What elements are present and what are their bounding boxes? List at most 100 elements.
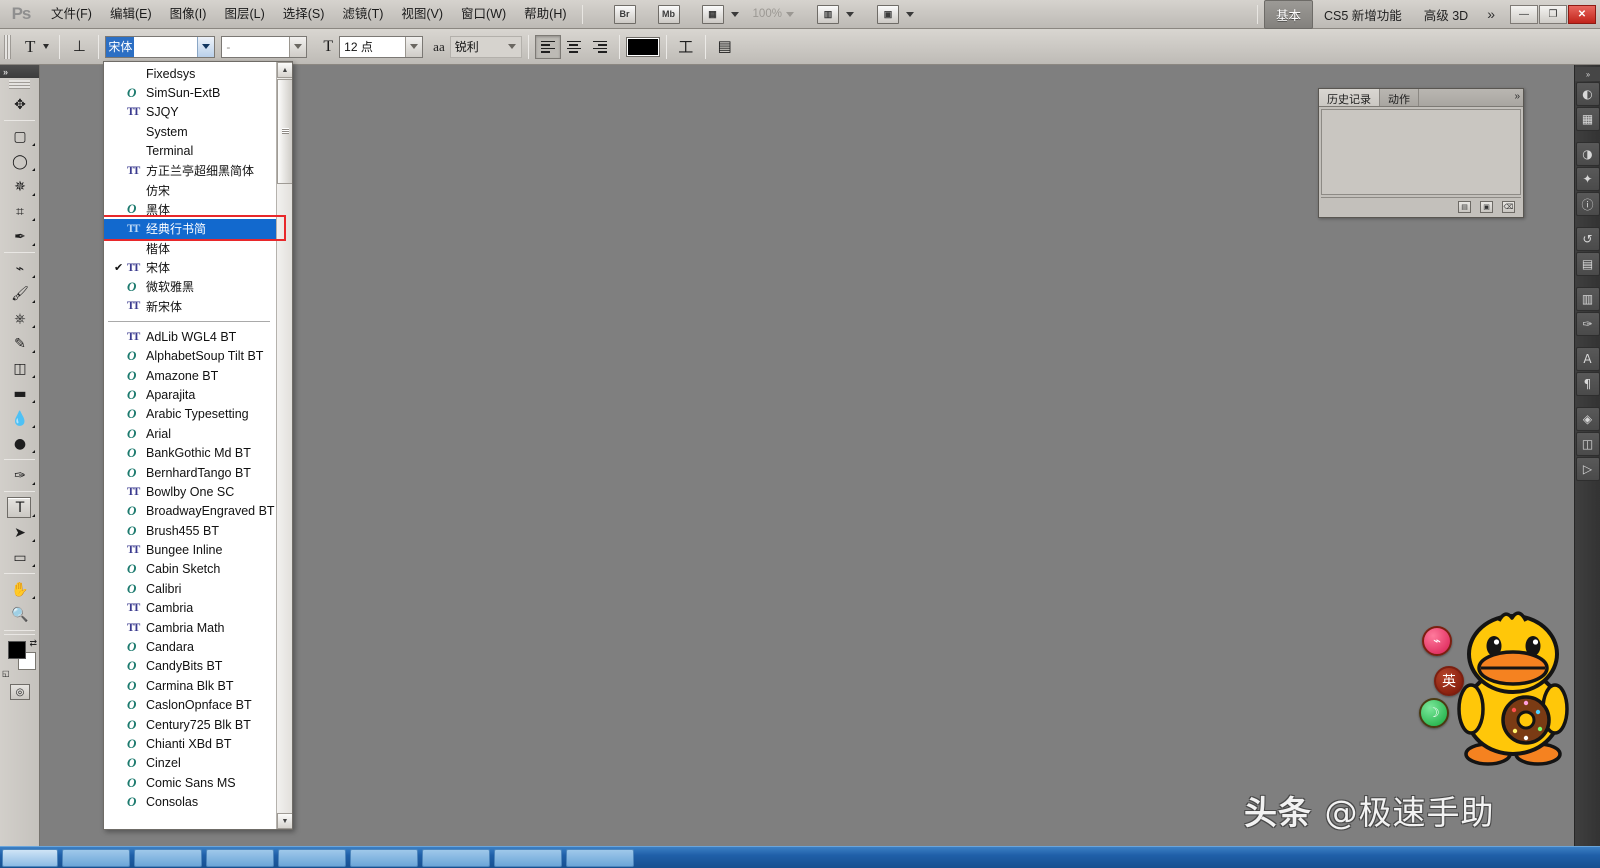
paragraph-panel-icon[interactable]: ¶ (1575, 372, 1600, 396)
scroll-up-button[interactable]: ▲ (277, 62, 292, 78)
masks-panel-icon[interactable]: ◫ (1575, 432, 1600, 456)
font-option-carmina-blk-bt[interactable]: O Carmina Blk BT (104, 676, 278, 695)
launch-bridge-icon[interactable]: Br (613, 4, 636, 24)
font-option-cambria-math[interactable]: TT Cambria Math (104, 618, 278, 637)
menu-file[interactable]: 文件(F) (42, 2, 101, 27)
history-brush-tool[interactable]: ✎ (0, 331, 40, 356)
dock-expand-icon[interactable]: ›› (1574, 67, 1600, 81)
tools-panel-collapse[interactable]: » (0, 65, 39, 78)
font-option-fixedsys[interactable]: Fixedsys (104, 64, 278, 83)
font-option-caslonopnface-bt[interactable]: O CaslonOpnface BT (104, 696, 278, 715)
tool-submenu-indicator-icon[interactable] (32, 561, 35, 567)
font-style-dropdown-arrow-icon[interactable] (289, 36, 307, 57)
font-option-新宋体[interactable]: TT 新宋体 (104, 297, 278, 316)
tool-submenu-indicator-icon[interactable] (32, 165, 35, 171)
brush-tool[interactable]: 🖌 (0, 281, 40, 306)
taskbar-item[interactable] (62, 848, 130, 867)
color-panel-icon[interactable]: ◐ (1575, 82, 1600, 106)
antialias-dropdown-arrow-icon[interactable] (504, 37, 521, 57)
taskbar-start-button[interactable] (2, 848, 58, 867)
font-option-bernhardtango-bt[interactable]: O BernhardTango BT (104, 463, 278, 482)
tool-submenu-indicator-icon[interactable] (32, 347, 35, 353)
font-option-bungee-inline[interactable]: TT Bungee Inline (104, 540, 278, 559)
swap-colors-icon[interactable]: ⇄ (29, 638, 37, 649)
eraser-tool[interactable]: ◫ (0, 356, 40, 381)
menu-window[interactable]: 窗口(W) (452, 2, 515, 27)
history-list[interactable] (1321, 109, 1521, 195)
font-option-terminal[interactable]: Terminal (104, 142, 278, 161)
taskbar-item[interactable] (494, 848, 562, 867)
menu-select[interactable]: 选择(S) (274, 2, 334, 27)
hand-tool[interactable]: ✋ (0, 577, 40, 602)
font-option-bowlby-one-sc[interactable]: TT Bowlby One SC (104, 482, 278, 501)
launch-mini-bridge-icon[interactable]: Mb (657, 4, 680, 24)
font-option-楷体[interactable]: 楷体 (104, 239, 278, 258)
font-option-candara[interactable]: O Candara (104, 637, 278, 656)
font-family-combo[interactable]: 宋体 (105, 35, 216, 58)
align-right-button[interactable] (587, 35, 613, 59)
font-option-chianti-xbd-bt[interactable]: O Chianti XBd BT (104, 734, 278, 753)
foreground-color-swatch[interactable] (8, 641, 26, 659)
horizontal-type-tool[interactable]: T (0, 495, 40, 520)
rectangle-tool[interactable]: ▭ (0, 545, 40, 570)
channels-panel-icon[interactable]: ▥ (1575, 287, 1600, 311)
options-bar-grip[interactable] (4, 34, 11, 59)
font-option-consolas[interactable]: O Consolas (104, 792, 278, 811)
tool-submenu-indicator-icon[interactable] (32, 190, 35, 196)
font-option-aparajita[interactable]: O Aparajita (104, 385, 278, 404)
antialias-value[interactable]: 锐利 (451, 37, 504, 57)
screen-mode-caret-icon[interactable] (905, 11, 914, 17)
taskbar-item[interactable] (422, 848, 490, 867)
font-option-comic-sans-ms[interactable]: O Comic Sans MS (104, 773, 278, 792)
font-option-calibri[interactable]: O Calibri (104, 579, 278, 598)
menu-help[interactable]: 帮助(H) (515, 2, 575, 27)
font-option-broadwayengraved-bt[interactable]: O BroadwayEngraved BT (104, 502, 278, 521)
restore-button[interactable]: ❐ (1539, 4, 1567, 24)
tool-submenu-indicator-icon[interactable] (32, 593, 35, 599)
font-option-list[interactable]: Fixedsys O SimSun-ExtB TT SJQY System Terminal… (104, 62, 286, 829)
workspace-advanced-3d-button[interactable]: 高级 3D (1413, 1, 1479, 28)
menu-layer[interactable]: 图层(L) (215, 2, 273, 27)
font-option-黑体[interactable]: O 黑体 (104, 200, 278, 219)
font-option-cinzel[interactable]: O Cinzel (104, 754, 278, 773)
font-option-宋体[interactable]: ✔ TT 宋体 (104, 258, 278, 277)
crop-tool[interactable]: ⌗ (0, 199, 40, 224)
quick-mask-toggle[interactable]: ◎ (0, 680, 40, 704)
tool-submenu-indicator-icon[interactable] (32, 272, 35, 278)
tool-submenu-indicator-icon[interactable] (32, 536, 35, 542)
workspace-more-chevron-icon[interactable]: » (1479, 6, 1503, 22)
screen-mode-icon[interactable]: ▣ (876, 4, 899, 24)
new-document-icon[interactable]: ▣ (1480, 200, 1493, 213)
antialias-combo[interactable]: 锐利 (449, 35, 522, 58)
tool-submenu-indicator-icon[interactable] (32, 511, 35, 517)
font-option-simsun-extb[interactable]: O SimSun-ExtB (104, 83, 278, 102)
default-colors-icon[interactable]: ◱ (2, 669, 10, 678)
toggle-character-panel-button[interactable]: ▤ (712, 35, 738, 59)
history-panel-icon[interactable]: ↺ (1575, 227, 1600, 251)
styles-panel-icon[interactable]: ✦ (1575, 167, 1600, 191)
font-size-value[interactable]: 12 点 (340, 37, 405, 57)
font-dropdown-scrollbar[interactable]: ▲ ▼ (276, 62, 292, 829)
tool-submenu-indicator-icon[interactable] (32, 447, 35, 453)
font-option-brush455-bt[interactable]: O Brush455 BT (104, 521, 278, 540)
view-extras-caret-icon[interactable] (730, 11, 739, 17)
eyedropper-tool[interactable]: ✒ (0, 224, 40, 249)
menu-filter[interactable]: 滤镜(T) (333, 2, 392, 27)
zoom-caret-icon[interactable] (785, 11, 794, 17)
3d-panel-icon[interactable]: ◈ (1575, 407, 1600, 431)
tool-submenu-indicator-icon[interactable] (32, 322, 35, 328)
font-style-combo[interactable]: - (221, 35, 308, 58)
font-option-adlib-wgl4-bt[interactable]: TT AdLib WGL4 BT (104, 327, 278, 346)
swatches-panel-icon[interactable]: ▦ (1575, 107, 1600, 131)
tool-submenu-indicator-icon[interactable] (32, 372, 35, 378)
font-option-candybits-bt[interactable]: O CandyBits BT (104, 657, 278, 676)
font-option-sjqy[interactable]: TT SJQY (104, 103, 278, 122)
workspace-essentials-button[interactable]: 基本 (1263, 0, 1313, 29)
quick-selection-tool[interactable]: ✵ (0, 174, 40, 199)
font-option-微软雅黑[interactable]: O 微软雅黑 (104, 277, 278, 296)
paths-panel-icon[interactable]: ✑ (1575, 312, 1600, 336)
font-option-alphabetsoup-tilt-bt[interactable]: O AlphabetSoup Tilt BT (104, 346, 278, 365)
font-family-dropdown-arrow-icon[interactable] (197, 36, 215, 57)
tool-submenu-indicator-icon[interactable] (32, 215, 35, 221)
align-left-button[interactable] (534, 34, 561, 59)
